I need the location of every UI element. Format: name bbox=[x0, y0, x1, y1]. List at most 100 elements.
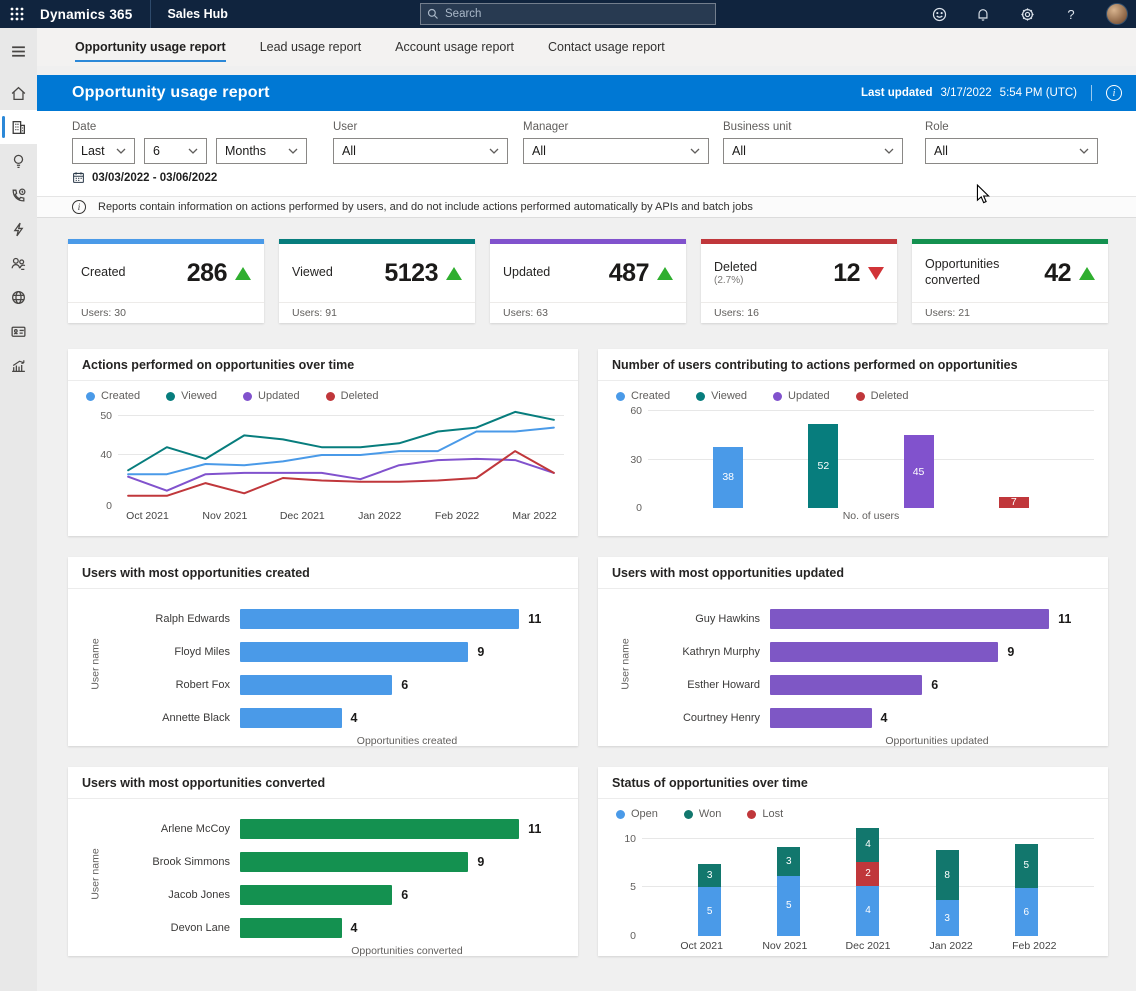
trend-up-icon bbox=[1079, 267, 1095, 280]
analytics-chart-icon[interactable] bbox=[0, 348, 37, 382]
settings-gear-icon[interactable] bbox=[1018, 5, 1036, 23]
collapse-menu-icon[interactable] bbox=[0, 34, 37, 68]
kpi-users-count: Users: 21 bbox=[912, 302, 1108, 323]
home-icon[interactable] bbox=[0, 76, 37, 110]
x-tick-label: Jan 2022 bbox=[930, 940, 973, 952]
hbar-row: Robert Fox6 bbox=[102, 668, 564, 701]
brand-title[interactable]: Dynamics 365 bbox=[34, 7, 150, 22]
stacked-plot: 051035354248356 bbox=[642, 826, 1094, 936]
date-unit-dropdown[interactable]: Months bbox=[216, 138, 307, 164]
date-range-text: 03/03/2022 - 03/06/2022 bbox=[92, 172, 217, 184]
help-question-icon[interactable]: ? bbox=[1062, 5, 1080, 23]
stacked-bar-chart-card: Status of opportunities over timeOpenWon… bbox=[598, 767, 1108, 956]
kpi-label: Deleted bbox=[714, 260, 757, 276]
chart-title: Users with most opportunities converted bbox=[68, 767, 578, 799]
hbar-row: Devon Lane4 bbox=[102, 911, 564, 944]
feedback-smiley-icon[interactable] bbox=[930, 5, 948, 23]
search-input[interactable] bbox=[445, 8, 685, 20]
kpi-card-created[interactable]: Created286Users: 30 bbox=[68, 239, 264, 323]
business-unit-dropdown[interactable]: All bbox=[723, 138, 903, 164]
tab-lead-usage-report[interactable]: Lead usage report bbox=[260, 28, 361, 66]
stacked-bar-dec-2021: 424 bbox=[856, 828, 879, 936]
people-org-icon[interactable] bbox=[0, 246, 37, 280]
lightning-bolt-icon[interactable] bbox=[0, 212, 37, 246]
bar-track: 9 bbox=[240, 852, 564, 872]
hbar-row: Guy Hawkins11 bbox=[632, 602, 1094, 635]
date-count-dropdown[interactable]: 6 bbox=[144, 138, 207, 164]
kpi-body: Deleted(2.7%)12 bbox=[701, 244, 897, 302]
search-icon bbox=[427, 8, 439, 20]
phone-activity-icon[interactable] bbox=[0, 178, 37, 212]
value-bar bbox=[240, 852, 468, 872]
kpi-value: 5123 bbox=[384, 259, 438, 288]
y-tick-label: 50 bbox=[84, 410, 112, 422]
series-deleted bbox=[128, 451, 554, 496]
bar-plot: 030603852457 bbox=[648, 408, 1094, 508]
line-chart-card: Actions performed on opportunities over … bbox=[68, 349, 578, 536]
tab-account-usage-report[interactable]: Account usage report bbox=[395, 28, 514, 66]
calendar-icon bbox=[72, 171, 85, 184]
user-avatar[interactable] bbox=[1106, 3, 1128, 25]
info-icon: i bbox=[72, 200, 86, 214]
user-name-label: Esther Howard bbox=[632, 679, 770, 691]
kpi-body: Updated487 bbox=[490, 244, 686, 302]
line-plot: 04050 bbox=[118, 408, 564, 506]
legend-item-deleted: Deleted bbox=[856, 390, 909, 402]
report-info-icon[interactable]: i bbox=[1106, 85, 1122, 101]
bar-value-label: 4 bbox=[351, 921, 358, 935]
legend-label: Deleted bbox=[871, 390, 909, 402]
chevron-down-icon bbox=[1079, 148, 1089, 154]
y-tick-label: 40 bbox=[84, 449, 112, 461]
kpi-card-viewed[interactable]: Viewed5123Users: 91 bbox=[279, 239, 475, 323]
chart-legend: CreatedViewedUpdatedDeleted bbox=[616, 390, 1094, 402]
tab-opportunity-usage-report[interactable]: Opportunity usage report bbox=[75, 28, 226, 66]
globe-time-icon[interactable] bbox=[0, 280, 37, 314]
product-title[interactable]: Sales Hub bbox=[151, 7, 243, 21]
manager-dropdown[interactable]: All bbox=[523, 138, 709, 164]
left-nav-sidebar bbox=[0, 28, 37, 991]
chart-title: Users with most opportunities updated bbox=[598, 557, 1108, 589]
chart-body: CreatedViewedUpdatedDeleted030603852457N… bbox=[598, 381, 1108, 536]
bar-track: 11 bbox=[240, 609, 564, 629]
id-card-icon[interactable] bbox=[0, 314, 37, 348]
kpi-label: Updated bbox=[503, 265, 550, 281]
y-tick-label: 10 bbox=[608, 833, 636, 845]
filter-group-role: RoleAll bbox=[925, 121, 1098, 164]
segment-open: 5 bbox=[698, 887, 721, 936]
user-name-label: Courtney Henry bbox=[632, 712, 770, 724]
x-tick-label: Nov 2021 bbox=[202, 510, 247, 522]
stacked-bar-oct-2021: 35 bbox=[698, 864, 721, 936]
bar-track: 9 bbox=[770, 642, 1094, 662]
sidebar-item-reports-building-icon[interactable] bbox=[0, 110, 37, 144]
legend-dot bbox=[696, 392, 705, 401]
notifications-bell-icon[interactable] bbox=[974, 5, 992, 23]
user-name-label: Jacob Jones bbox=[102, 889, 240, 901]
legend-label: Created bbox=[101, 390, 140, 402]
user-dropdown[interactable]: All bbox=[333, 138, 508, 164]
bar-value-label: 11 bbox=[528, 612, 541, 626]
info-banner-text: Reports contain information on actions p… bbox=[98, 201, 753, 213]
stacked-bar-nov-2021: 35 bbox=[777, 847, 800, 936]
legend-dot bbox=[773, 392, 782, 401]
chart-legend: OpenWonLost bbox=[616, 808, 1094, 820]
kpi-card-deleted[interactable]: Deleted(2.7%)12Users: 16 bbox=[701, 239, 897, 323]
kpi-card-opportunities-converted[interactable]: Opportunities converted42Users: 21 bbox=[912, 239, 1108, 323]
app-launcher-waffle-icon[interactable] bbox=[0, 0, 34, 28]
x-tick-label: Dec 2021 bbox=[280, 510, 325, 522]
role-dropdown[interactable]: All bbox=[925, 138, 1098, 164]
kpi-label-wrap: Viewed bbox=[292, 265, 333, 281]
value-bar bbox=[240, 918, 342, 938]
filter-group-user: UserAll bbox=[333, 121, 508, 164]
y-tick-label: 60 bbox=[614, 405, 642, 417]
x-tick-label: Mar 2022 bbox=[512, 510, 556, 522]
kpi-label-wrap: Created bbox=[81, 265, 125, 281]
x-axis-title: Opportunities created bbox=[250, 735, 564, 746]
kpi-value-wrap: 286 bbox=[187, 259, 251, 288]
kpi-value: 286 bbox=[187, 259, 227, 288]
lightbulb-icon[interactable] bbox=[0, 144, 37, 178]
kpi-card-updated[interactable]: Updated487Users: 63 bbox=[490, 239, 686, 323]
global-search[interactable] bbox=[420, 3, 716, 25]
tab-contact-usage-report[interactable]: Contact usage report bbox=[548, 28, 665, 66]
bar-value-label: 6 bbox=[401, 678, 408, 692]
date-last-dropdown[interactable]: Last bbox=[72, 138, 135, 164]
